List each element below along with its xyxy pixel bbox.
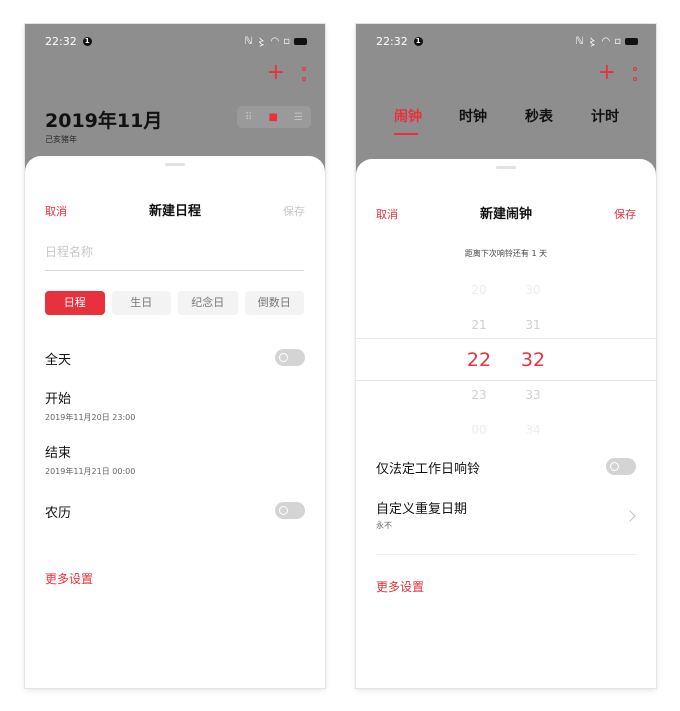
tab-timer[interactable]: 计时 (591, 106, 619, 126)
notification-badge-icon: 1 (413, 36, 423, 46)
selected-hour[interactable]: 22 (459, 346, 499, 374)
sim-icon: ▫ (614, 35, 621, 47)
sheet-title: 新建日程 (148, 204, 201, 219)
picker-row: 20 30 (356, 276, 656, 304)
battery-icon (625, 37, 638, 45)
sheet-drag-handle[interactable] (496, 166, 516, 169)
picker-row: 21 31 (356, 311, 656, 339)
minute-option[interactable]: 31 (513, 311, 553, 339)
hour-option[interactable]: 21 (459, 311, 499, 339)
new-event-sheet: 取消 新建日程 保存 日程 生日 纪念日 倒数日 全天 开始 2019年11月2… (25, 156, 325, 688)
wifi-icon: ◠ (270, 35, 280, 47)
lunar-year-label: 己亥猪年 (45, 135, 77, 144)
type-tab-anniversary[interactable]: 纪念日 (178, 291, 238, 315)
minute-option[interactable]: 34 (513, 416, 553, 444)
event-type-selector: 日程 生日 纪念日 倒数日 (45, 291, 304, 315)
picker-row-selected: 22 32 (356, 346, 656, 374)
month-title: 2019年11月 (45, 110, 163, 132)
save-button[interactable]: 保存 (283, 203, 305, 219)
picker-row: 23 33 (356, 381, 656, 409)
sheet-title: 新建闹钟 (479, 207, 532, 222)
picker-selection-line (356, 338, 656, 339)
system-status-icons: ℕ 〻 ◠ ▫ (575, 34, 638, 49)
active-tab-indicator (394, 133, 418, 135)
battery-icon (294, 37, 307, 45)
custom-repeat-label: 自定义重复日期 (376, 502, 468, 517)
event-name-input[interactable] (45, 242, 304, 262)
save-button[interactable]: 保存 (614, 206, 636, 222)
minute-option[interactable]: 33 (513, 381, 553, 409)
vibrate-icon: 〻 (256, 37, 267, 49)
new-alarm-sheet: 取消 新建闹钟 保存 距离下次响铃还有 1 天 20 30 21 31 22 3… (356, 159, 656, 688)
next-alarm-countdown: 距离下次响铃还有 1 天 (464, 249, 548, 258)
lunar-label: 农历 (45, 506, 72, 521)
status-time: 22:32 (45, 34, 77, 48)
status-bar: 22:32 1 ℕ 〻 ◠ ▫ (376, 34, 638, 49)
more-options-icon[interactable] (301, 67, 307, 81)
input-underline (45, 270, 304, 271)
start-label: 开始 (45, 392, 72, 407)
chevron-right-icon (624, 510, 636, 522)
nfc-icon: ℕ (244, 35, 253, 47)
list-view-icon[interactable]: ☰ (294, 112, 303, 123)
tab-alarm[interactable]: 闹钟 (394, 106, 422, 126)
year-view-icon[interactable]: ⠿ (245, 112, 252, 123)
type-tab-schedule[interactable]: 日程 (45, 291, 105, 315)
workday-only-toggle[interactable] (606, 458, 636, 475)
view-switcher: ⠿ ■ ☰ (237, 106, 311, 128)
month-view-icon[interactable]: ■ (268, 112, 277, 123)
sheet-header: 取消 新建闹钟 保存 (376, 203, 636, 223)
sim-icon: ▫ (283, 35, 290, 47)
sheet-header: 取消 新建日程 保存 (45, 200, 305, 220)
wifi-icon: ◠ (601, 35, 611, 47)
status-bar: 22:32 1 ℕ 〻 ◠ ▫ (45, 34, 307, 49)
all-day-toggle[interactable] (275, 349, 305, 366)
notification-badge-icon: 1 (82, 36, 92, 46)
end-datetime[interactable]: 2019年11月21日 00:00 (45, 466, 135, 477)
end-label: 结束 (45, 446, 72, 461)
clock-tabs: 闹钟 时钟 秒表 计时 (356, 106, 656, 136)
add-icon[interactable]: + (598, 62, 616, 84)
lunar-toggle[interactable] (275, 502, 305, 519)
clock-phone-screen: 22:32 1 ℕ 〻 ◠ ▫ + 闹钟 时钟 秒表 计时 取消 新建闹钟 保存… (356, 24, 656, 688)
workday-only-label: 仅法定工作日响铃 (376, 462, 481, 477)
add-icon[interactable]: + (267, 62, 285, 84)
sheet-drag-handle[interactable] (165, 163, 185, 166)
status-time: 22:32 (376, 34, 408, 48)
nfc-icon: ℕ (575, 35, 584, 47)
more-settings-link[interactable]: 更多设置 (45, 570, 93, 587)
custom-repeat-value: 永不 (376, 521, 392, 530)
type-tab-birthday[interactable]: 生日 (111, 291, 171, 315)
selected-minute[interactable]: 32 (513, 346, 553, 374)
calendar-phone-screen: 22:32 1 ℕ 〻 ◠ ▫ + 2019年11月 己亥猪年 ⠿ ■ ☰ 取消… (25, 24, 325, 688)
picker-row: 00 34 (356, 416, 656, 444)
tab-stopwatch[interactable]: 秒表 (525, 106, 553, 126)
hour-option[interactable]: 00 (459, 416, 499, 444)
hour-option[interactable]: 23 (459, 381, 499, 409)
more-settings-link[interactable]: 更多设置 (376, 578, 424, 595)
minute-option[interactable]: 30 (513, 276, 553, 304)
section-divider (376, 554, 636, 555)
all-day-label: 全天 (45, 353, 72, 368)
system-status-icons: ℕ 〻 ◠ ▫ (244, 34, 307, 49)
hour-option[interactable]: 20 (459, 276, 499, 304)
type-tab-countdown[interactable]: 倒数日 (244, 291, 304, 315)
start-datetime[interactable]: 2019年11月20日 23:00 (45, 412, 135, 423)
more-options-icon[interactable] (632, 67, 638, 81)
tab-clock[interactable]: 时钟 (459, 106, 487, 126)
vibrate-icon: 〻 (587, 37, 598, 49)
